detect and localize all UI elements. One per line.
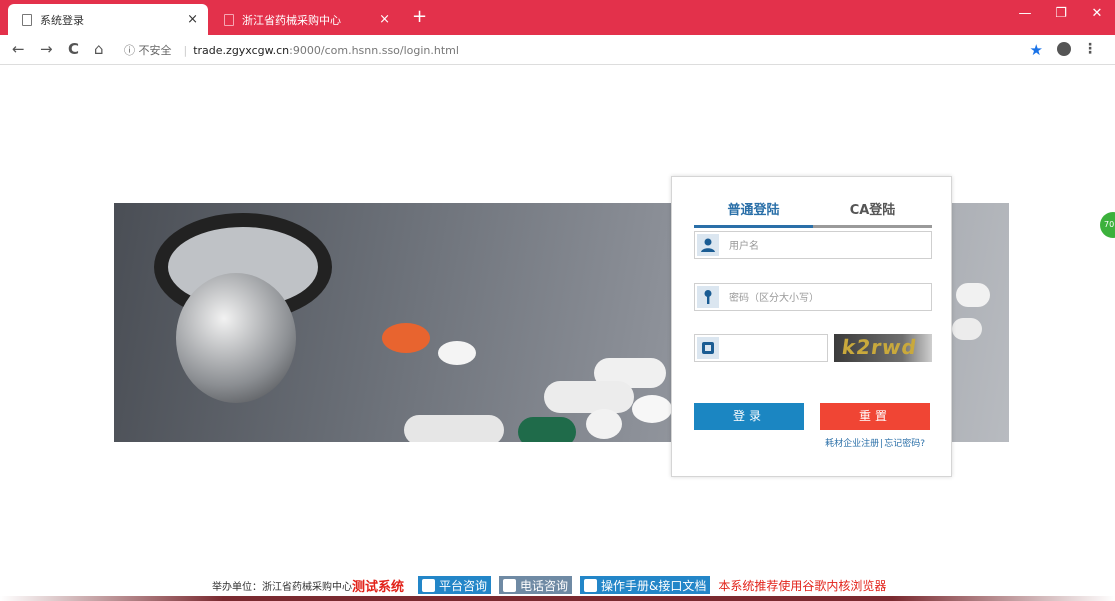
white-capsule — [956, 283, 990, 307]
test-system-label: 测试系统 — [352, 579, 405, 595]
bookmark-star-icon[interactable]: ★ — [1030, 41, 1043, 59]
user-icon — [697, 234, 719, 256]
back-button[interactable]: ← — [12, 41, 25, 57]
login-button[interactable]: 登录 — [694, 403, 804, 430]
white-pill — [632, 395, 672, 423]
white-pill — [586, 409, 622, 439]
orange-pill — [382, 323, 430, 353]
key-icon — [697, 286, 719, 308]
captcha-field[interactable] — [694, 334, 828, 362]
url-host: trade.zgyxcgw.cn — [193, 43, 290, 57]
phone-consult-label: 电话咨询 — [520, 578, 569, 593]
window-controls: — ❐ ✕ — [1007, 0, 1115, 30]
tab-label: 浙江省药械采购中心 — [242, 13, 341, 27]
page-icon — [22, 13, 32, 26]
reload-button[interactable]: C — [68, 41, 79, 57]
minimize-button[interactable]: — — [1007, 0, 1043, 30]
phone-icon — [503, 578, 517, 592]
page-icon — [224, 13, 234, 26]
username-input[interactable] — [727, 235, 931, 257]
green-capsule — [518, 417, 576, 442]
floating-badge[interactable]: 70 — [1100, 212, 1115, 238]
white-capsule — [404, 415, 504, 442]
footer: 举办单位：浙江省药械采购中心 测试系统 平台咨询 电话咨询 操作手册&接口文档 … — [212, 576, 887, 595]
link-separator: | — [880, 439, 884, 449]
password-input[interactable] — [727, 287, 931, 309]
address-bar: ← → C ⌂ ⓘ 不安全 | trade.zgyxcgw.cn :9000/c… — [0, 35, 1115, 65]
close-tab-icon[interactable]: × — [187, 12, 198, 27]
tab-system-login[interactable]: 系统登录 × — [8, 4, 208, 35]
close-window-button[interactable]: ✕ — [1079, 0, 1115, 30]
close-tab-icon[interactable]: × — [379, 12, 390, 27]
qq-icon — [422, 578, 436, 592]
password-field[interactable] — [694, 283, 932, 311]
login-tabs: 普通登陆 CA登陆 — [694, 199, 932, 228]
manual-label: 操作手册&接口文档 — [601, 578, 707, 593]
security-indicator[interactable]: ⓘ 不安全 — [124, 42, 172, 58]
tab-label: 系统登录 — [40, 13, 84, 27]
url-field[interactable]: ⓘ 不安全 | trade.zgyxcgw.cn :9000/com.hsnn.… — [124, 39, 459, 61]
book-icon — [584, 578, 598, 592]
url-separator: | — [183, 43, 188, 57]
forward-button[interactable]: → — [40, 41, 53, 57]
stethoscope-head — [176, 273, 296, 403]
username-field[interactable] — [694, 231, 932, 259]
captcha-input[interactable] — [725, 338, 827, 360]
captcha-text: k2rwd — [840, 335, 919, 359]
login-links: 耗材企业注册|忘记密码? — [825, 436, 925, 449]
host-unit-label: 举办单位：浙江省药械采购中心 — [212, 581, 352, 593]
active-tab-indicator — [694, 225, 813, 228]
login-panel: 普通登陆 CA登陆 k2rwd 登录 重置 耗材企业注册|忘记密码? — [671, 176, 952, 477]
restore-button[interactable]: ❐ — [1043, 0, 1079, 30]
reset-button[interactable]: 重置 — [820, 403, 930, 430]
platform-consult-button[interactable]: 平台咨询 — [418, 576, 492, 594]
url-path: :9000/com.hsnn.sso/login.html — [289, 43, 459, 57]
browser-recommendation: 本系统推荐使用谷歌内核浏览器 — [718, 578, 887, 593]
home-button[interactable]: ⌂ — [94, 41, 104, 57]
tab-zhejiang-center[interactable]: 浙江省药械采购中心 × — [210, 4, 400, 35]
browser-menu-icon[interactable]: ⋮ — [1083, 41, 1097, 57]
captcha-row: k2rwd — [694, 334, 932, 362]
account-icon[interactable] — [1057, 42, 1071, 56]
manual-button[interactable]: 操作手册&接口文档 — [580, 576, 711, 594]
platform-consult-label: 平台咨询 — [439, 578, 488, 593]
captcha-icon — [697, 337, 719, 359]
white-capsule — [952, 318, 982, 340]
phone-consult-button[interactable]: 电话咨询 — [499, 576, 573, 594]
forgot-password-link[interactable]: 忘记密码? — [884, 439, 925, 449]
browser-tab-bar: 系统登录 × 浙江省药械采购中心 × + — ❐ ✕ — [0, 0, 1115, 35]
tab-normal-login[interactable]: 普通登陆 — [694, 199, 813, 218]
register-link[interactable]: 耗材企业注册 — [825, 439, 879, 449]
white-capsule — [544, 381, 634, 413]
new-tab-button[interactable]: + — [412, 8, 427, 26]
tab-ca-login[interactable]: CA登陆 — [813, 199, 932, 218]
bottom-decoration-bar — [0, 596, 1115, 601]
captcha-image[interactable]: k2rwd — [834, 334, 932, 362]
white-pill — [438, 341, 476, 365]
